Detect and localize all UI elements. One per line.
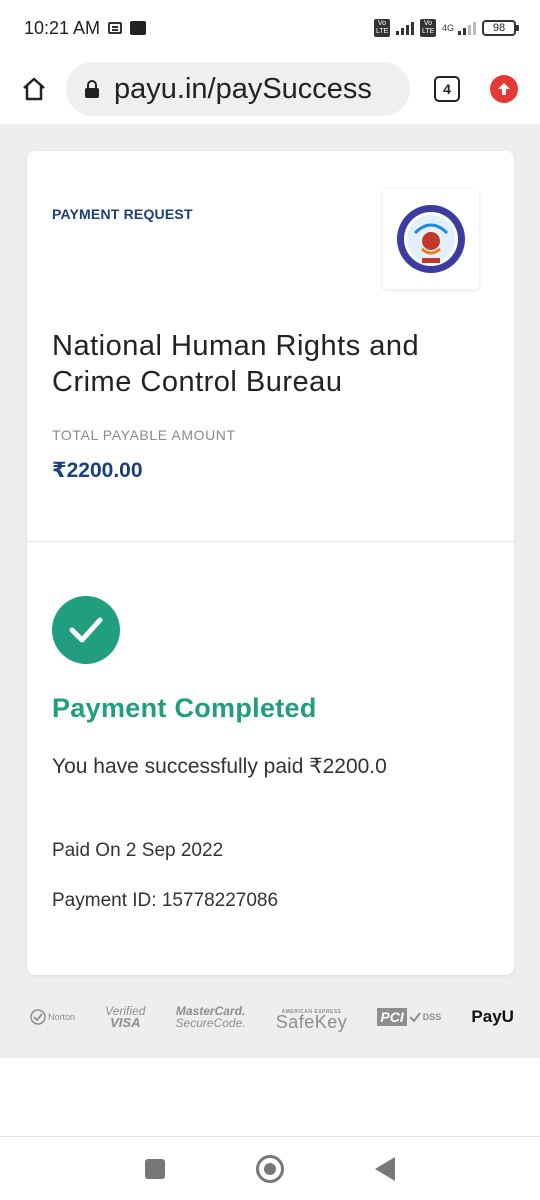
pci-check-icon bbox=[409, 1012, 421, 1023]
paid-on-date: Paid On 2 Sep 2022 bbox=[52, 840, 224, 861]
payment-status-card: Payment Completed You have successfully … bbox=[27, 541, 514, 975]
tab-switcher-button[interactable]: 4 bbox=[434, 76, 460, 102]
safekey-label: SafeKey bbox=[275, 1012, 348, 1032]
pci-label: PCI bbox=[377, 1008, 407, 1026]
url-text: payu.in/paySuccess bbox=[114, 72, 372, 105]
signal-icon-2 bbox=[458, 21, 476, 35]
amount-label: TOTAL PAYABLE AMOUNT bbox=[52, 427, 236, 443]
norton-check-icon bbox=[30, 1009, 46, 1025]
signal-icon bbox=[395, 21, 414, 35]
verified-visa-badge: Verified VISA bbox=[105, 1005, 145, 1029]
merchant-logo-emblem bbox=[397, 205, 465, 273]
battery-icon: 98 bbox=[482, 20, 519, 36]
lock-icon bbox=[85, 80, 99, 98]
browser-toolbar: payu.in/paySuccess 4 bbox=[0, 56, 540, 122]
amount-value: ₹2200.00 bbox=[52, 459, 143, 482]
status-message: You have successfully paid ₹2200.0 bbox=[52, 755, 387, 778]
status-title: Payment Completed bbox=[52, 693, 317, 723]
home-nav-button[interactable] bbox=[255, 1154, 284, 1183]
mastercard-securecode-badge: MasterCard. SecureCode. bbox=[176, 1005, 246, 1029]
mc-line2: SecureCode. bbox=[175, 1016, 246, 1030]
system-navigation-bar bbox=[0, 1136, 540, 1200]
payment-request-card: PAYMENT REQUEST National Human Rights an… bbox=[27, 151, 514, 541]
page-content: PAYMENT REQUEST National Human Rights an… bbox=[0, 124, 540, 1058]
status-bar: 10:21 AM Vo LTE Vo LTE 4G 98 bbox=[0, 0, 540, 56]
home-icon bbox=[23, 77, 45, 101]
paytm-icon bbox=[130, 21, 147, 35]
network-type: 4G bbox=[441, 23, 454, 33]
message-icon bbox=[108, 22, 123, 34]
merchant-name: National Human Rights and Crime Control … bbox=[52, 330, 420, 398]
payu-logo: PayU bbox=[471, 1007, 514, 1026]
arrow-up-icon bbox=[498, 83, 510, 95]
trust-badges: Norton Verified VISA MasterCard. SecureC… bbox=[30, 1002, 514, 1032]
back-button[interactable] bbox=[374, 1156, 395, 1181]
norton-badge: Norton bbox=[30, 1009, 75, 1025]
payment-request-label: PAYMENT REQUEST bbox=[52, 206, 193, 222]
volte-icon-2: Vo LTE bbox=[419, 19, 436, 37]
checkmark-icon bbox=[69, 617, 103, 643]
recent-apps-button[interactable] bbox=[145, 1158, 166, 1179]
visa-line2: VISA bbox=[110, 1015, 141, 1030]
status-time: 10:21 AM bbox=[24, 17, 101, 38]
address-bar[interactable]: payu.in/paySuccess bbox=[66, 62, 410, 116]
merchant-logo bbox=[383, 189, 479, 289]
pci-dss-badge: PCI DSS bbox=[377, 1008, 441, 1026]
norton-label: Norton bbox=[48, 1012, 76, 1022]
volte-icon: Vo LTE bbox=[373, 19, 390, 37]
payment-id: Payment ID: 15778227086 bbox=[52, 890, 279, 911]
home-button[interactable] bbox=[16, 71, 52, 107]
amex-safekey-badge: AMERICAN EXPRESS SafeKey bbox=[275, 1007, 348, 1032]
success-check-icon bbox=[52, 596, 120, 664]
update-button[interactable] bbox=[490, 75, 518, 103]
dss-label: DSS bbox=[422, 1012, 442, 1022]
